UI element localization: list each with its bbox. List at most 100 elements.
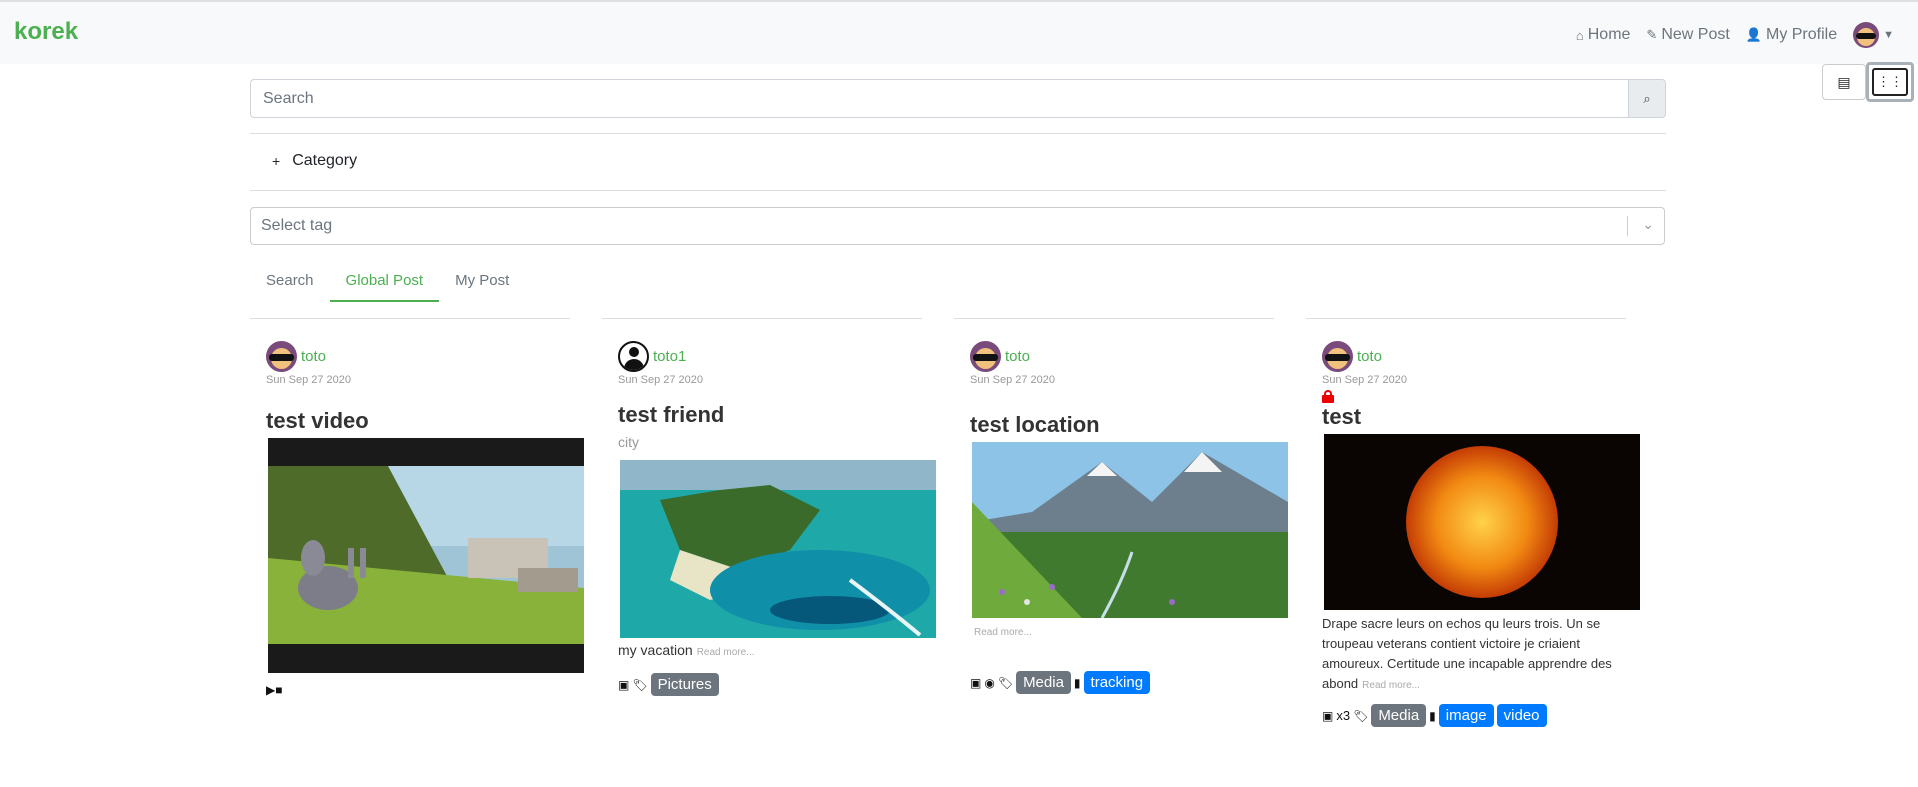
- read-more-link[interactable]: Read more...: [697, 647, 755, 658]
- card-divider: [954, 318, 1274, 319]
- category-toggle[interactable]: + Category: [272, 152, 357, 170]
- nav-new-post[interactable]: ✎ New Post: [1646, 26, 1729, 44]
- divider: [250, 133, 1666, 134]
- video-thumbnail: [268, 466, 584, 644]
- select-separator: [1627, 216, 1628, 236]
- image-count: x3: [1336, 708, 1351, 723]
- post-title[interactable]: test friend: [618, 402, 922, 428]
- plus-icon: +: [272, 153, 281, 169]
- avatar: [1853, 22, 1880, 48]
- tag-badge[interactable]: video: [1496, 704, 1547, 727]
- category-label: Category: [292, 152, 358, 169]
- search-bar: ⌕: [250, 79, 1666, 118]
- card-divider: [602, 318, 922, 319]
- post-image[interactable]: [1324, 434, 1640, 610]
- card-divider: [1306, 318, 1626, 319]
- post-card[interactable]: toto Sun Sep 27 2020 test location Read …: [954, 318, 1288, 694]
- tag-icon: 🏷: [632, 677, 648, 692]
- post-footer: ▣ 🏷 Pictures: [618, 673, 922, 696]
- post-description: my vacation Read more...: [618, 640, 922, 663]
- card-divider: [250, 318, 570, 319]
- grid-view-button[interactable]: ⋮⋮: [1866, 62, 1914, 102]
- post-author[interactable]: toto: [266, 341, 570, 372]
- tag-icon: 🏷: [1353, 708, 1369, 723]
- bookmark-icon: ▮: [1073, 675, 1081, 690]
- author-name: toto: [1357, 348, 1383, 365]
- read-more-link[interactable]: Read more...: [974, 627, 1032, 638]
- user-icon: 👤: [1745, 27, 1762, 42]
- tag-badge[interactable]: Pictures: [650, 673, 719, 696]
- read-more-link[interactable]: Read more...: [1362, 680, 1420, 691]
- post-date: Sun Sep 27 2020: [266, 374, 352, 386]
- post-title[interactable]: test location: [970, 412, 1274, 438]
- list-icon: ▤: [1837, 73, 1851, 90]
- post-image[interactable]: [972, 442, 1288, 618]
- nav-links: ⌂ Home ✎ New Post 👤 My Profile ▼: [1576, 22, 1894, 48]
- author-name: toto: [1005, 348, 1031, 365]
- post-footer: ▣ x3 🏷 Media ▮ image video: [1322, 704, 1626, 727]
- post-author[interactable]: toto: [1322, 341, 1626, 372]
- sun-image: [1324, 434, 1640, 610]
- chevron-down-icon: ⌄: [1642, 216, 1654, 232]
- post-card[interactable]: toto1 Sun Sep 27 2020 test friend city m…: [602, 318, 936, 696]
- island-image: [620, 460, 936, 638]
- tag-select-placeholder: Select tag: [261, 217, 333, 234]
- avatar: [970, 341, 1001, 372]
- search-icon: ⌕: [1643, 90, 1651, 106]
- post-description: Drape sacre leurs on echos qu leurs troi…: [1322, 614, 1628, 696]
- post-date: Sun Sep 27 2020: [618, 374, 704, 386]
- post-subtitle: city: [618, 434, 639, 450]
- post-footer: ▶■: [266, 683, 570, 697]
- post-card[interactable]: toto Sun Sep 27 2020 test video ▶■: [250, 318, 584, 697]
- search-button[interactable]: ⌕: [1628, 79, 1666, 118]
- meadow-image: [972, 442, 1288, 618]
- tab-global-post[interactable]: Global Post: [329, 262, 440, 302]
- tag-icon: 🏷: [997, 675, 1014, 690]
- nav-my-profile-label: My Profile: [1765, 26, 1838, 43]
- author-name: toto: [301, 348, 327, 365]
- image-icon: ▣: [618, 677, 630, 692]
- post-title[interactable]: test: [1322, 404, 1626, 430]
- search-input[interactable]: [250, 79, 1628, 118]
- edit-icon: ✎: [1646, 27, 1658, 42]
- nav-home[interactable]: ⌂ Home: [1576, 26, 1631, 44]
- description-text: my vacation: [618, 642, 693, 658]
- image-icon: ▣: [970, 675, 982, 690]
- user-menu[interactable]: ▼: [1853, 22, 1894, 48]
- video-camera-icon: ▶■: [266, 683, 283, 697]
- post-video[interactable]: [268, 438, 584, 673]
- tag-badge[interactable]: Media: [1371, 704, 1427, 727]
- nav-new-post-label: New Post: [1661, 26, 1730, 43]
- post-card[interactable]: toto Sun Sep 27 2020 test Drape sacre le…: [1306, 318, 1640, 727]
- location-icon: ◉: [984, 675, 995, 690]
- tab-my-post[interactable]: My Post: [439, 262, 525, 302]
- tab-search[interactable]: Search: [250, 262, 330, 302]
- post-footer: ▣ ◉ 🏷 Media ▮ tracking: [970, 671, 1274, 694]
- home-icon: ⌂: [1575, 27, 1584, 43]
- post-tabs: Search Global Post My Post: [250, 262, 525, 302]
- tag-badge[interactable]: image: [1438, 704, 1494, 727]
- post-image[interactable]: [620, 460, 936, 638]
- avatar: [1322, 341, 1353, 372]
- tag-badge[interactable]: Media: [1016, 671, 1071, 694]
- author-name: toto1: [653, 348, 687, 365]
- divider: [250, 190, 1666, 191]
- post-author[interactable]: toto: [970, 341, 1274, 372]
- bookmark-icon: ▮: [1429, 708, 1436, 723]
- post-description: Read more...: [970, 620, 1274, 643]
- lock-icon: [1322, 390, 1334, 403]
- post-title[interactable]: test video: [266, 408, 570, 434]
- navbar: korek ⌂ Home ✎ New Post 👤 My Profile ▼: [0, 0, 1918, 64]
- nav-home-label: Home: [1587, 26, 1631, 43]
- tag-select[interactable]: Select tag ⌄: [250, 207, 1665, 245]
- post-date: Sun Sep 27 2020: [1322, 374, 1408, 386]
- list-view-button[interactable]: ▤: [1822, 64, 1866, 100]
- caret-down-icon: ▼: [1883, 29, 1894, 41]
- tag-badge[interactable]: tracking: [1083, 671, 1151, 694]
- brand-logo[interactable]: korek: [14, 18, 78, 46]
- avatar: [266, 341, 297, 372]
- image-icon: ▣: [1322, 708, 1334, 723]
- nav-my-profile[interactable]: 👤 My Profile: [1746, 26, 1837, 44]
- avatar: [618, 341, 649, 372]
- post-author[interactable]: toto1: [618, 341, 922, 372]
